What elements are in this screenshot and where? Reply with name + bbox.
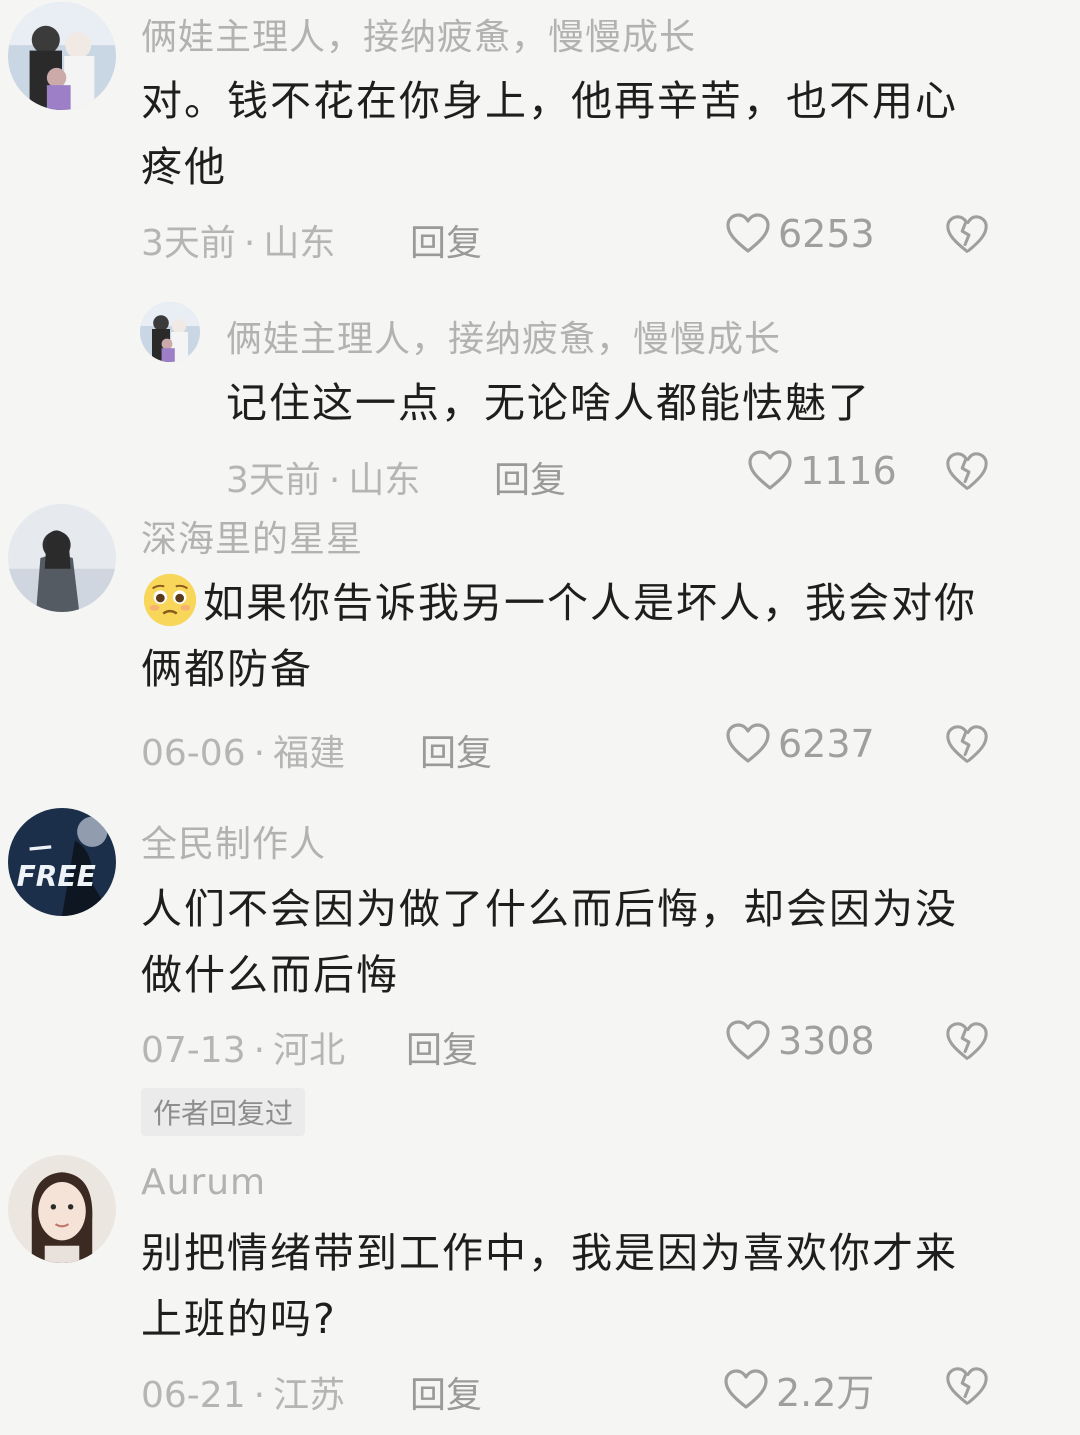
separator: ·	[253, 1030, 266, 1071]
comment-time: 06-06	[141, 733, 246, 774]
pleading-face-emoji-icon	[143, 573, 197, 627]
like-count: 3308	[778, 1019, 875, 1063]
comment-time: 07-13	[141, 1030, 246, 1071]
heart-outline-icon	[726, 1020, 770, 1060]
like-count: 6237	[778, 722, 875, 766]
comment-location: 江苏	[273, 1375, 346, 1416]
broken-heart-icon	[946, 452, 988, 490]
avatar[interactable]: FREE	[8, 808, 116, 916]
reply-button[interactable]: 回复	[494, 451, 566, 503]
dislike-button[interactable]	[944, 1019, 990, 1065]
comment-location: 山东	[263, 223, 336, 264]
like-button[interactable]: 2.2万	[722, 1362, 874, 1417]
like-button[interactable]: 1116	[746, 447, 897, 495]
comment-text: 别把情绪带到工作中，我是因为喜欢你才来上班的吗?	[141, 1229, 958, 1343]
comment-text-body: 如果你告诉我另一个人是坏人，我会对你俩都防备	[141, 579, 977, 693]
avatar[interactable]	[140, 302, 200, 362]
username[interactable]: 俩娃主理人，接纳疲惫，慢慢成长	[141, 8, 696, 60]
separator: ·	[253, 1375, 266, 1416]
comment-text: 对。钱不花在你身上，他再辛苦，也不用心疼他	[141, 77, 958, 191]
comment-meta: 3天前 · 山东	[141, 214, 335, 266]
avatar-image-icon: FREE	[8, 808, 116, 916]
comment-location: 福建	[273, 733, 346, 774]
username[interactable]: 全民制作人	[141, 815, 326, 867]
reply-button[interactable]: 回复	[410, 1366, 482, 1418]
reply-button[interactable]: 回复	[420, 724, 492, 776]
heart-outline-icon	[726, 213, 770, 253]
username[interactable]: Aurum	[141, 1162, 266, 1203]
comment-meta: 06-06 · 福建	[141, 724, 345, 776]
avatar-image-icon	[8, 1155, 116, 1263]
dislike-button[interactable]	[944, 212, 990, 258]
like-count: 6253	[778, 212, 875, 256]
avatar[interactable]	[8, 1155, 116, 1263]
broken-heart-icon	[946, 725, 988, 763]
broken-heart-icon	[946, 1022, 988, 1060]
heart-outline-icon	[748, 450, 792, 490]
comment-text: 记住这一点，无论啥人都能怯魅了	[226, 379, 871, 427]
like-button[interactable]: 6253	[724, 210, 875, 258]
comment-location: 山东	[348, 460, 421, 501]
username[interactable]: 深海里的星星	[141, 510, 363, 562]
separator: ·	[328, 460, 341, 501]
like-button[interactable]: 3308	[724, 1017, 875, 1065]
reply-button[interactable]: 回复	[406, 1021, 478, 1073]
comment-text: 如果你告诉我另一个人是坏人，我会对你俩都防备	[141, 570, 991, 702]
avatar-image-icon	[8, 504, 116, 612]
heart-outline-icon	[724, 1368, 768, 1409]
comment-time: 06-21	[141, 1375, 246, 1416]
svg-text:FREE: FREE	[17, 860, 96, 893]
separator: ·	[253, 733, 266, 774]
broken-heart-icon	[946, 215, 988, 253]
comment-meta: 06-21 · 江苏	[141, 1366, 345, 1418]
avatar-image-icon	[8, 2, 116, 110]
separator: ·	[243, 223, 256, 264]
comment-location: 河北	[273, 1030, 346, 1071]
dislike-button[interactable]	[944, 1364, 990, 1410]
dislike-button[interactable]	[944, 722, 990, 768]
avatar[interactable]	[8, 2, 116, 110]
comment-time: 3天前	[226, 460, 321, 501]
username[interactable]: 俩娃主理人，接纳疲惫，慢慢成长	[226, 310, 781, 362]
like-button[interactable]: 6237	[724, 720, 875, 768]
avatar-image-icon	[140, 302, 200, 362]
like-count: 2.2万	[776, 1371, 875, 1415]
broken-heart-icon	[946, 1367, 988, 1405]
comment-meta: 07-13 · 河北	[141, 1021, 345, 1073]
author-replied-badge: 作者回复过	[141, 1088, 306, 1136]
heart-outline-icon	[726, 723, 770, 763]
reply-button[interactable]: 回复	[410, 214, 482, 266]
avatar[interactable]	[8, 504, 116, 612]
dislike-button[interactable]	[944, 449, 990, 495]
comment-time: 3天前	[141, 223, 236, 264]
comment-text: 人们不会因为做了什么而后悔，却会因为没做什么而后悔	[141, 885, 958, 999]
like-count: 1116	[800, 449, 897, 493]
comment-meta: 3天前 · 山东	[226, 451, 420, 503]
